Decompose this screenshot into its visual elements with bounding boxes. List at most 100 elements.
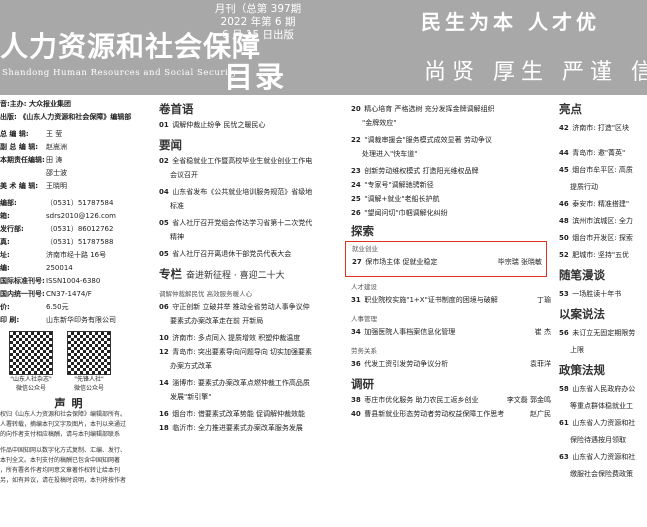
toc-entry[interactable]: 42 济南市: 打造"区块	[555, 123, 647, 134]
page-number: 18	[159, 424, 169, 432]
toc-entry[interactable]: 18 临沂市: 全力推进要素式办案改革服务发展	[143, 423, 335, 434]
contact-label: 址:	[0, 251, 10, 259]
entry-title: 济南市: 打造"区块	[572, 124, 630, 132]
toc-entry[interactable]: 31 职业院校实施"1+X"证书制度的困境与破解 丁瑜	[335, 295, 555, 306]
qr-code-block: "先锋人社" 微信公众号	[64, 331, 114, 393]
page-number: 53	[559, 290, 569, 298]
page-number: 42	[559, 124, 569, 132]
toc-entry[interactable]: 04 山东省发布《公共就业培训服务规范》省级地	[143, 187, 335, 198]
entry-title: 山东省发布《公共就业培训服务规范》省级地	[172, 188, 313, 196]
toc-entry[interactable]: 45 烟台市牟平区: 高质	[555, 165, 647, 176]
entry-title: 青岛市: 邀"菁英"	[572, 149, 626, 157]
contact-row: 发行部: （0531）86012762	[0, 223, 143, 236]
page-number: 46	[559, 200, 569, 208]
entry-continuation: 等重点群体稳就业工	[570, 402, 633, 410]
contact-row: 价: 6.50元	[0, 301, 143, 314]
toc-entry[interactable]: 25 "调解+就业"老船长护航	[335, 194, 555, 205]
toc-entry[interactable]: 36 代发工资引发劳动争议分析 袁菲洋	[335, 359, 555, 370]
page-number: 24	[351, 181, 361, 189]
toc-entry[interactable]: 44 青岛市: 邀"菁英"	[555, 148, 647, 159]
toc-entry[interactable]: 53 一场胜读十年书	[555, 289, 647, 300]
page-number: 36	[351, 360, 361, 368]
entry-author: 崔 杰	[534, 328, 551, 336]
contact-row: 国内统一刊号:CN37-1474/F	[0, 288, 143, 301]
toc-entry[interactable]: 12 青岛市: 突出要素导向问题导向 切实加强要素	[143, 347, 335, 358]
page-number: 50	[559, 234, 569, 242]
entry-title: 省人社厅召开离退休干部党员代表大会	[172, 250, 292, 258]
entry-title: 创新劳动维权模式 打造阳光维权品牌	[364, 167, 479, 175]
contact-label: 印 刷:	[0, 316, 20, 324]
slogan-line-1: 民生为本 人才优	[421, 10, 600, 34]
toc-entry[interactable]: 27 保市场主体 促就业稳定 毕宗瑞 张晓敏	[346, 257, 546, 268]
entry-title: 淄博市: 要素式办案改革点燃仲裁工作高品质	[172, 379, 310, 387]
page-number: 04	[159, 188, 169, 196]
qr-caption: "山东人社杂志"	[10, 376, 52, 383]
toc-entry[interactable]: 58 山东省人民政府办公	[555, 384, 647, 395]
entry-author: 赵广民	[530, 410, 551, 418]
page-number: 31	[351, 296, 361, 304]
staff-label: 本期责任编辑:	[0, 156, 45, 164]
toc-entry[interactable]: 23 创新劳动维权模式 打造阳光维权品牌	[335, 166, 555, 177]
page-number: 23	[351, 167, 361, 175]
contact-row: 国际标准刊号:ISSN1004-6380	[0, 275, 143, 288]
toc-entry[interactable]: 05 省人社厅召开党组会传达学习省第十二次党代	[143, 218, 335, 229]
toc-entry[interactable]: 26 "望闻问切"巾帼调解化纠纷	[335, 208, 555, 219]
page-number: 12	[159, 348, 169, 356]
page-number: 10	[159, 334, 169, 342]
declaration-title: 声明	[54, 397, 89, 410]
contact-label: 真:	[0, 238, 10, 246]
toc-entry[interactable]: 34 加强医院人事档案信息化管理 崔 杰	[335, 327, 555, 338]
contact-value: CN37-1474/F	[46, 290, 92, 298]
toc-entry[interactable]: 14 淄博市: 要素式办案改革点燃仲裁工作高品质	[143, 378, 335, 389]
toc-entry[interactable]: 63 山东省人力资源和社	[555, 452, 647, 463]
staff-row: 美 术 编 辑: 王晓明	[0, 180, 143, 193]
qr-code-row: "山东人社杂志" 微信公众号 "先锋人社" 微信公众号	[6, 331, 143, 393]
contact-label: 编部:	[0, 199, 17, 207]
toc-entry[interactable]: 61 山东省人力资源和社	[555, 418, 647, 429]
staff-value: 田 涛	[46, 156, 63, 164]
masthead-line: 出版: 《山东人力资源和社会保障》编辑部	[0, 113, 132, 121]
entry-title: 精心培育 严格选树 充分发挥金牌调解组织	[364, 105, 495, 113]
contact-value: 250014	[46, 264, 73, 272]
toc-entry[interactable]: 16 烟台市: 借要素式改革势能 促调解仲裁效能	[143, 409, 335, 420]
entry-title: "望闻问切"巾帼调解化纠纷	[364, 209, 448, 217]
toc-entry[interactable]: 24 "专家号"调解驰骋新径	[335, 180, 555, 191]
toc-entry[interactable]: 10 济南市: 多点同入 提质增效 积塑仲裁温度	[143, 333, 335, 344]
toc-entry[interactable]: 01 调解仲裁止纷争 民忧之暖民心	[143, 120, 335, 131]
toc-entry[interactable]: 50 烟台市开发区: 探索	[555, 233, 647, 244]
staff-row: 邵士波	[0, 167, 143, 180]
toc-entry[interactable]: 56 未订立无固定期限劳	[555, 328, 647, 339]
entry-title: 全省稳就业工作暨高校毕业生就业创业工作电	[172, 157, 313, 165]
toc-entry[interactable]: 05 省人社厅召开离退休干部党员代表大会	[143, 249, 335, 260]
toc-entry[interactable]: 20 精心培育 严格选树 充分发挥金牌调解组织	[335, 104, 555, 115]
entry-title: 山东省人民政府办公	[572, 385, 636, 393]
contact-row: 编: 250014	[0, 262, 143, 275]
staff-value: 王晓明	[46, 182, 67, 190]
toc-entry[interactable]: 38 枣庄市优化服务 助力农民工返乡创业 李文磊 郭金鸣	[335, 395, 555, 406]
page-number: 02	[159, 157, 169, 165]
toc-entry[interactable]: 02 全省稳就业工作暨高校毕业生就业创业工作电	[143, 156, 335, 167]
staff-row: 本期责任编辑:田 涛	[0, 154, 143, 167]
page-number: 14	[159, 379, 169, 387]
highlighted-entry-box: 就业创业 27 保市场主体 促就业稳定 毕宗瑞 张晓敏	[345, 241, 547, 277]
toc-entry[interactable]: 06 守正创新 立破并举 推动全省劳动人事争议仲	[143, 302, 335, 313]
toc-entry[interactable]: 52 肥城市: 坚持"五优	[555, 250, 647, 261]
cover-header: 人力资源和社会保障 Shandong Human Resources and S…	[0, 0, 647, 95]
entry-continuation: 发展"新引擎"	[170, 393, 212, 401]
page-number: 01	[159, 121, 169, 129]
entry-author: 李文磊 郭金鸣	[506, 396, 551, 404]
toc-entry[interactable]: 48 滨州市滨城区: 全力	[555, 216, 647, 227]
toc-entry[interactable]: 40 曹县新就业形态劳动者劳动权益保障工作思考 赵广民	[335, 409, 555, 420]
contact-value: sdrs2010@126.com	[46, 212, 116, 220]
feature-caption: 调解仲裁解民忧 高效服务暖人心	[159, 290, 253, 298]
qr-caption: 微信公众号	[15, 385, 46, 392]
staff-label: 总 编 辑:	[0, 130, 29, 138]
declaration-line: ，所有署名作者均同意文章著作权转让给本刊	[0, 467, 121, 474]
page-number: 40	[351, 410, 361, 418]
contact-value: （0531）51787588	[46, 238, 114, 246]
section-heading: 以案说法	[559, 307, 605, 321]
toc-entry[interactable]: 22 "调裁审援会"服务模式成效显著 劳动争议	[335, 135, 555, 146]
toc-entry[interactable]: 46 泰安市: 精准搭建"	[555, 199, 647, 210]
entry-continuation: 会议召开	[170, 171, 198, 179]
entry-title: 代发工资引发劳动争议分析	[364, 360, 449, 368]
